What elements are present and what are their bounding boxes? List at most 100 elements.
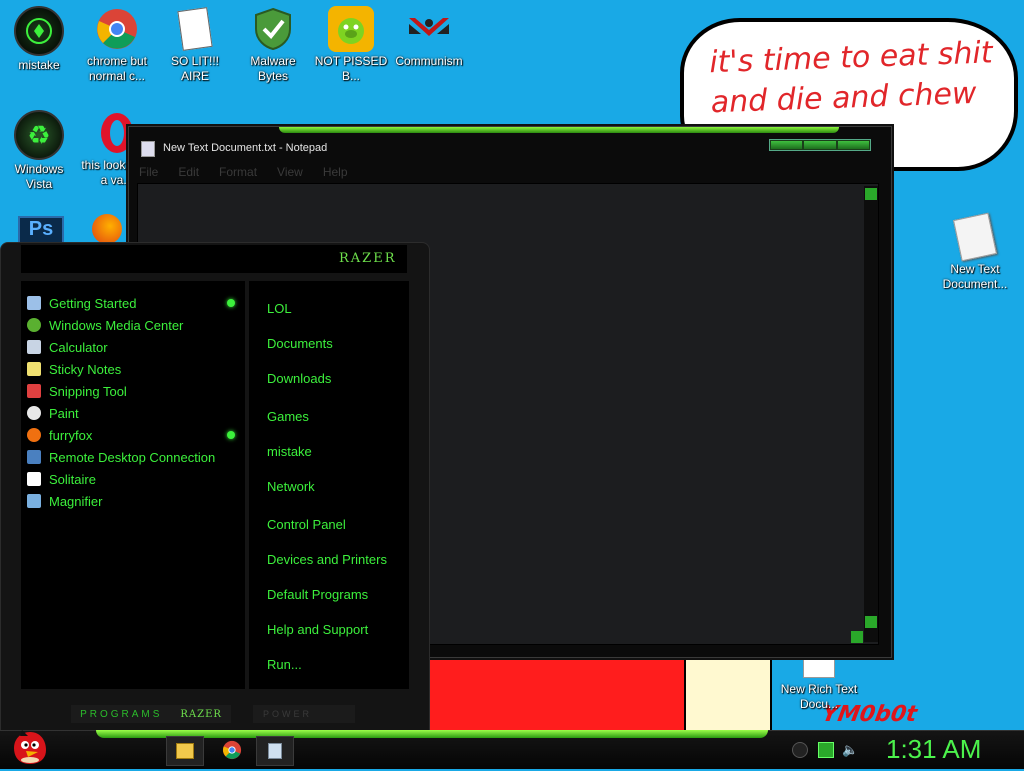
window-title: New Text Document.txt - Notepad (163, 142, 328, 154)
desktop-icon-mistake[interactable]: mistake (0, 6, 78, 73)
program-label: Snipping Tool (49, 383, 127, 399)
desktop-icon-new-rich-text[interactable]: New Rich Text Docu... (780, 650, 858, 712)
program-label: Magnifier (49, 493, 103, 509)
network-icon[interactable] (818, 742, 834, 758)
place-lol[interactable]: LOL (267, 301, 292, 316)
menu-bar: File Edit Format View Help (139, 165, 348, 179)
show-hidden-icons-icon[interactable] (792, 742, 808, 758)
taskbar-clock[interactable]: 1:31 AM (886, 734, 981, 765)
desktop-icon-label: SO LIT!!! AIRE (170, 54, 219, 83)
desktop-icon-new-text-document[interactable]: New Text Document... (936, 212, 1014, 292)
desktop-icon-label: mistake (18, 58, 60, 72)
wallpaper-white-shape (684, 656, 772, 732)
program-remote-desktop[interactable]: Remote Desktop Connection (27, 447, 215, 467)
menu-edit[interactable]: Edit (178, 165, 199, 179)
notepad-icon (141, 141, 155, 157)
program-getting-started[interactable]: Getting Started (27, 293, 136, 313)
program-label: Calculator (49, 339, 108, 355)
program-solitaire[interactable]: Solitaire (27, 469, 96, 489)
place-default-programs[interactable]: Default Programs (267, 587, 368, 602)
desktop-icon-label: New Text Document... (942, 262, 1008, 291)
place-run[interactable]: Run... (267, 657, 302, 672)
speech-bubble-text: it's time to eat shit and die and chew (708, 35, 994, 121)
notepad-icon (268, 743, 282, 759)
place-documents[interactable]: Documents (267, 336, 333, 351)
program-magnifier[interactable]: Magnifier (27, 491, 102, 511)
all-programs-logo: RAZER (180, 708, 222, 720)
start-menu-header: RAZER (21, 245, 407, 273)
place-control-panel[interactable]: Control Panel (267, 517, 346, 532)
desktop-icon-angry-pig[interactable]: NOT PISSED B... (312, 6, 390, 84)
getting-started-icon (27, 296, 41, 310)
menu-view[interactable]: View (277, 165, 303, 179)
shield-check-icon (250, 6, 296, 52)
close-button[interactable] (837, 141, 869, 149)
solitaire-icon (27, 472, 41, 486)
program-furryfox[interactable]: furryfox (27, 425, 92, 445)
place-network[interactable]: Network (267, 479, 315, 494)
vertical-scrollbar[interactable] (864, 186, 878, 642)
volume-icon[interactable]: 🔈 (842, 742, 858, 757)
program-label: Remote Desktop Connection (49, 449, 216, 465)
minimize-button[interactable] (771, 141, 803, 149)
program-label: Getting Started (49, 295, 137, 311)
firefox-icon[interactable] (92, 214, 122, 244)
scroll-up-button[interactable] (865, 188, 877, 200)
all-programs-label: PROGRAMS (80, 708, 163, 720)
place-help-support[interactable]: Help and Support (267, 622, 368, 637)
scroll-down-button[interactable] (865, 616, 877, 628)
program-paint[interactable]: Paint (27, 403, 79, 423)
place-downloads[interactable]: Downloads (267, 371, 331, 386)
desktop-icon-label: New Rich Text Docu... (780, 682, 858, 711)
window-controls[interactable] (769, 139, 871, 151)
remote-desktop-icon (27, 450, 41, 464)
firefox-icon (27, 428, 41, 442)
resize-corner[interactable] (851, 631, 863, 643)
places-list: LOL Documents Downloads Games mistake Ne… (249, 281, 409, 689)
desktop-icon-communism[interactable]: Communism (390, 6, 468, 69)
desktop-icon-label: NOT PISSED B... (314, 54, 388, 83)
program-label: Sticky Notes (49, 361, 122, 377)
desktop-icon-windows-vista[interactable]: ♻ Windows Vista (0, 110, 78, 192)
angry-bird-icon (14, 730, 46, 764)
all-programs-button[interactable]: PROGRAMS RAZER (71, 705, 231, 723)
taskbar-explorer-button[interactable] (166, 736, 204, 766)
start-button[interactable] (8, 728, 50, 766)
desktop-icon-chrome[interactable]: chrome but normal c... (78, 6, 156, 84)
magnifier-icon (27, 494, 41, 508)
place-devices-printers[interactable]: Devices and Printers (267, 552, 387, 567)
program-calculator[interactable]: Calculator (27, 337, 108, 357)
desktop-icon-solitaire[interactable]: ♠ SO LIT!!! AIRE (156, 6, 234, 84)
chrome-icon (94, 6, 140, 52)
menu-help[interactable]: Help (323, 165, 348, 179)
window-top-accent (279, 127, 839, 133)
taskbar-notepad-button[interactable] (256, 736, 294, 766)
submenu-arrow-icon[interactable] (227, 299, 235, 307)
power-button[interactable]: POWER (253, 705, 355, 723)
folder-icon (176, 743, 194, 759)
snipping-tool-icon (27, 384, 41, 398)
place-mistake[interactable]: mistake (267, 444, 312, 459)
desktop-icon-malwarebytes[interactable]: Malware Bytes (234, 6, 312, 84)
menu-format[interactable]: Format (219, 165, 257, 179)
communism-logo-icon (406, 6, 452, 52)
program-label: furryfox (49, 427, 93, 443)
programs-list: Getting Started Windows Media Center Cal… (21, 281, 245, 689)
program-label: Solitaire (49, 471, 96, 487)
program-windows-media-center[interactable]: Windows Media Center (27, 315, 183, 335)
desktop-icon-label: Windows Vista (14, 162, 64, 191)
media-center-icon (27, 318, 41, 332)
solitaire-icon: ♠ (172, 6, 218, 52)
taskbar-chrome-button[interactable] (214, 736, 250, 764)
desktop-icon-label: Malware Bytes (250, 54, 296, 83)
submenu-arrow-icon[interactable] (227, 431, 235, 439)
menu-file[interactable]: File (139, 165, 158, 179)
program-sticky-notes[interactable]: Sticky Notes (27, 359, 121, 379)
power-label: POWER (263, 709, 313, 719)
program-snipping-tool[interactable]: Snipping Tool (27, 381, 127, 401)
paint-icon (27, 406, 41, 420)
maximize-button[interactable] (804, 141, 836, 149)
program-label: Windows Media Center (49, 317, 184, 333)
desktop-icon-label: Communism (395, 54, 463, 68)
place-games[interactable]: Games (267, 409, 309, 424)
